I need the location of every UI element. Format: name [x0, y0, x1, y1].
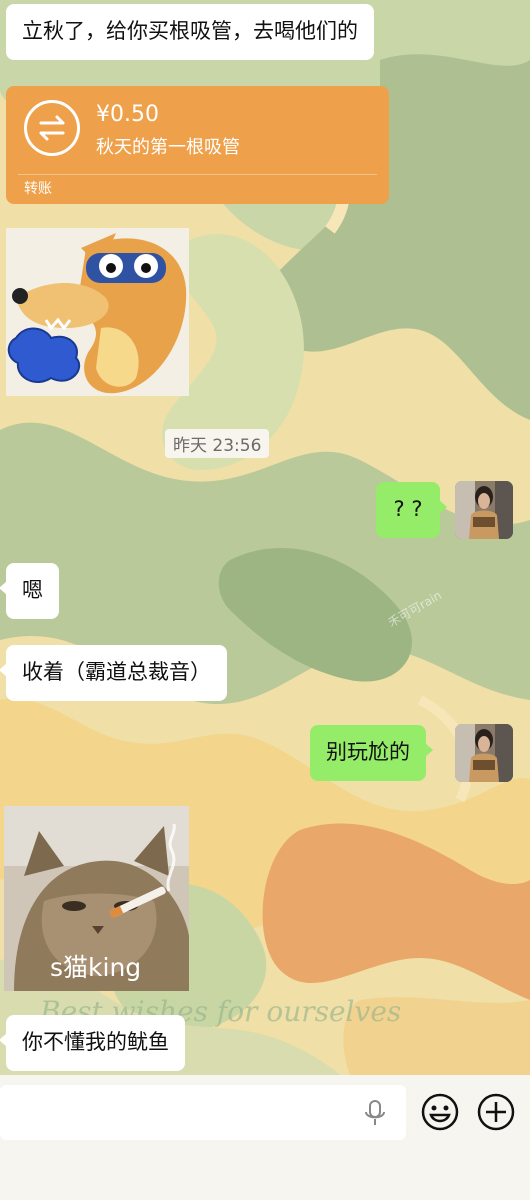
- transfer-label: 转账: [24, 181, 52, 197]
- message-bubble-received[interactable]: 收着（霸道总裁音）: [0, 645, 227, 701]
- message-text: 别玩尬的: [326, 740, 410, 764]
- message-bubble-sent[interactable]: 别玩尬的: [310, 725, 433, 781]
- transfer-amount: ¥0.50: [96, 102, 159, 127]
- message-bubble-received[interactable]: 你不懂我的鱿鱼: [0, 1015, 185, 1071]
- transfer-arrows-icon: [24, 100, 80, 156]
- timestamp: 昨天 23:56: [165, 429, 270, 458]
- sticker-caption: s猫king: [50, 953, 142, 982]
- fox-sticker[interactable]: [6, 228, 189, 396]
- message-bubble-received[interactable]: 立秋了，给你买根吸管，去喝他们的: [6, 4, 374, 60]
- avatar-self[interactable]: [455, 724, 513, 782]
- transfer-note: 秋天的第一根吸管: [96, 137, 240, 158]
- message-text: 嗯: [22, 578, 43, 602]
- message-text: 收着（霸道总裁音）: [22, 660, 211, 684]
- avatar-self[interactable]: [455, 481, 513, 539]
- chat-screen: 禾可可rain Best wishes for ourselves 立秋了，给你…: [0, 0, 530, 1200]
- message-input[interactable]: [0, 1085, 406, 1140]
- transfer-card[interactable]: ¥0.50 秋天的第一根吸管 转账: [6, 86, 389, 204]
- cat-sticker[interactable]: s猫king: [4, 806, 189, 991]
- message-bubble-received[interactable]: 嗯: [0, 563, 59, 619]
- mic-icon[interactable]: [360, 1098, 390, 1128]
- message-bubble-sent[interactable]: ? ?: [376, 482, 447, 538]
- message-text: ? ?: [393, 497, 423, 521]
- message-text: 你不懂我的鱿鱼: [22, 1030, 169, 1054]
- transfer-divider: [18, 174, 377, 175]
- plus-circle-icon[interactable]: [476, 1092, 516, 1132]
- smiley-icon[interactable]: [420, 1092, 460, 1132]
- message-text: 立秋了，给你买根吸管，去喝他们的: [22, 19, 358, 43]
